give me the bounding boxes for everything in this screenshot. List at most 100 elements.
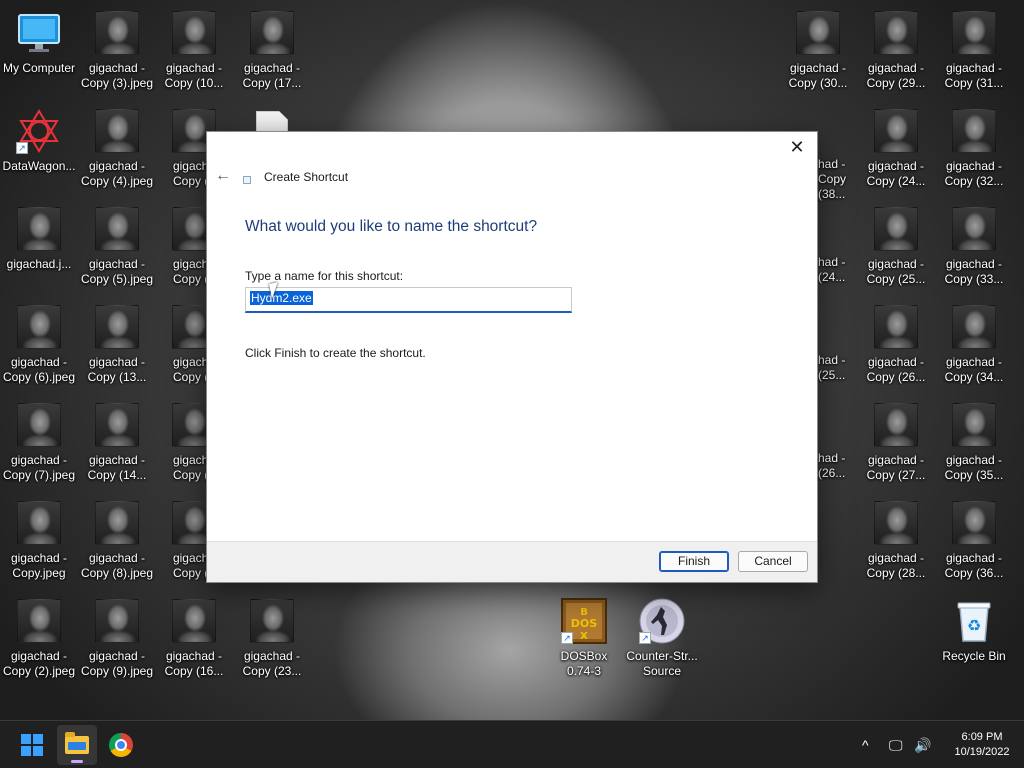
partial-label-24[interactable]: had - (24...: [818, 255, 858, 347]
desktop-icon-label: gigachad - Copy (9).jpeg: [80, 649, 154, 678]
image-file-icon: [873, 206, 919, 252]
image-file-icon: [94, 10, 140, 56]
icon-gigachad-copy-7[interactable]: gigachad - Copy (7).jpeg: [0, 398, 78, 490]
desktop-icon-label: had - Copy (38...: [818, 157, 847, 201]
icon-gigachad-copy-32[interactable]: gigachad - Copy (32...: [935, 104, 1013, 196]
image-file-icon: [951, 304, 997, 350]
shortcut-name-label: Type a name for this shortcut:: [245, 269, 404, 283]
icon-dosbox[interactable]: B DOS X ↗ DOSBox 0.74-3: [545, 594, 623, 686]
show-hidden-icons-chevron-icon[interactable]: ^: [862, 721, 869, 768]
icon-gigachad-copy-31[interactable]: gigachad - Copy (31...: [935, 6, 1013, 98]
start-button[interactable]: [12, 725, 52, 765]
shortcut-name-input[interactable]: Hydm2.exe: [245, 287, 572, 313]
icon-datawagon[interactable]: ↗ DataWagon...: [0, 104, 78, 196]
selected-input-text: Hydm2.exe: [250, 291, 313, 305]
desktop-icon-label: gigachad - Copy (14...: [87, 453, 147, 482]
icon-gigachad-copy-34[interactable]: gigachad - Copy (34...: [935, 300, 1013, 392]
desktop-icon-label: gigachad - Copy (6).jpeg: [2, 355, 76, 384]
clock-time: 6:09 PM: [961, 731, 1003, 743]
image-file-icon: [873, 304, 919, 350]
dialog-footer: Finish Cancel: [207, 541, 817, 582]
desktop-icon-label: Counter-Str... Source: [626, 649, 698, 678]
icon-gigachad-jpeg[interactable]: gigachad.j...: [0, 202, 78, 294]
icon-gigachad-copy-36[interactable]: gigachad - Copy (36...: [935, 496, 1013, 588]
desktop-icon-label: gigachad - Copy (28...: [866, 551, 926, 580]
image-file-icon: [951, 10, 997, 56]
icon-gigachad-copy-14[interactable]: gigachad - Copy (14...: [78, 398, 156, 490]
svg-text:DOS: DOS: [571, 617, 597, 630]
icon-gigachad-copy-30[interactable]: gigachad - Copy (30...: [779, 6, 857, 98]
image-file-icon: [94, 206, 140, 252]
finish-button[interactable]: Finish: [659, 551, 729, 572]
network-icon[interactable]: 🖵: [889, 721, 903, 768]
icon-gigachad-copy-26[interactable]: gigachad - Copy (26...: [857, 300, 935, 392]
taskbar-clock[interactable]: 6:09 PM 10/19/2022: [946, 730, 1018, 760]
partial-label-38[interactable]: had - Copy (38...: [818, 157, 858, 249]
image-file-icon: [873, 500, 919, 546]
windows-logo-icon: [21, 734, 43, 756]
icon-gigachad-copy-8[interactable]: gigachad - Copy (8).jpeg: [78, 496, 156, 588]
icon-gigachad-copy[interactable]: gigachad - Copy.jpeg: [0, 496, 78, 588]
icon-gigachad-copy-29[interactable]: gigachad - Copy (29...: [857, 6, 935, 98]
desktop-icon-label: DOSBox 0.74-3: [560, 649, 608, 678]
cancel-button[interactable]: Cancel: [738, 551, 808, 572]
icon-gigachad-copy-6[interactable]: gigachad - Copy (6).jpeg: [0, 300, 78, 392]
icon-recycle-bin[interactable]: ♻ Recycle Bin: [935, 594, 1013, 686]
back-arrow-icon[interactable]: ←: [213, 166, 233, 186]
desktop-icon-label: gigachad - Copy (10...: [164, 61, 224, 90]
image-file-icon: [249, 10, 295, 56]
taskbar: ^ 🖵 🔊 6:09 PM 10/19/2022: [0, 720, 1024, 768]
icon-gigachad-copy-13[interactable]: gigachad - Copy (13...: [78, 300, 156, 392]
clock-date: 10/19/2022: [954, 746, 1010, 758]
icon-gigachad-copy-23[interactable]: gigachad - Copy (23...: [233, 594, 311, 686]
recycle-bin-icon: ♻: [951, 598, 997, 644]
icon-gigachad-copy-33[interactable]: gigachad - Copy (33...: [935, 202, 1013, 294]
desktop-icon-label: gigachad - Copy (3).jpeg: [80, 61, 154, 90]
icon-gigachad-copy-9[interactable]: gigachad - Copy (9).jpeg: [78, 594, 156, 686]
close-icon[interactable]: ✕: [783, 136, 811, 158]
image-file-icon: [94, 598, 140, 644]
icon-gigachad-copy-27[interactable]: gigachad - Copy (27...: [857, 398, 935, 490]
desktop-icon-label: gigachad - Copy.jpeg: [10, 551, 68, 580]
icon-gigachad-copy-4[interactable]: gigachad - Copy (4).jpeg: [78, 104, 156, 196]
datawagon-icon: ↗: [16, 108, 62, 154]
volume-icon[interactable]: 🔊: [914, 721, 931, 768]
desktop-icon-label: gigachad - Copy (30...: [788, 61, 848, 90]
icon-gigachad-copy-24[interactable]: gigachad - Copy (24...: [857, 104, 935, 196]
icon-gigachad-copy-28[interactable]: gigachad - Copy (28...: [857, 496, 935, 588]
icon-gigachad-copy-25[interactable]: gigachad - Copy (25...: [857, 202, 935, 294]
icon-gigachad-copy-2[interactable]: gigachad - Copy (2).jpeg: [0, 594, 78, 686]
image-file-icon: [171, 10, 217, 56]
desktop-icon-label: gigachad - Copy (16...: [164, 649, 224, 678]
partial-label-26[interactable]: had - (26...: [818, 451, 858, 543]
icon-gigachad-copy-35[interactable]: gigachad - Copy (35...: [935, 398, 1013, 490]
image-file-icon: [795, 10, 841, 56]
desktop-icon-label: Recycle Bin: [942, 649, 1006, 663]
desktop-icon-label: gigachad - Copy (2).jpeg: [2, 649, 76, 678]
icon-gigachad-copy-17[interactable]: gigachad - Copy (17...: [233, 6, 311, 98]
svg-text:X: X: [580, 631, 588, 642]
icon-gigachad-copy-10[interactable]: gigachad - Copy (10...: [155, 6, 233, 98]
dialog-title: Create Shortcut: [264, 170, 349, 184]
taskbar-chrome[interactable]: [101, 725, 141, 765]
image-file-icon: [16, 598, 62, 644]
icon-my-computer[interactable]: My Computer: [0, 6, 78, 98]
image-file-icon: [873, 402, 919, 448]
desktop-icon-label: gigachad - Copy (26...: [866, 355, 926, 384]
dosbox-icon: B DOS X ↗: [561, 598, 607, 644]
icon-gigachad-copy-16[interactable]: gigachad - Copy (16...: [155, 594, 233, 686]
desktop-icon-label: gigachad - Copy (35...: [944, 453, 1004, 482]
icon-gigachad-copy-5[interactable]: gigachad - Copy (5).jpeg: [78, 202, 156, 294]
image-file-icon: [94, 402, 140, 448]
icon-gigachad-copy-3[interactable]: gigachad - Copy (3).jpeg: [78, 6, 156, 98]
image-file-icon: [951, 500, 997, 546]
desktop-icon-label: gigachad - Copy (34...: [944, 355, 1004, 384]
taskbar-file-explorer[interactable]: [57, 725, 97, 765]
image-file-icon: [94, 108, 140, 154]
desktop-icon-label: gigachad - Copy (27...: [866, 453, 926, 482]
desktop-icon-label: gigachad - Copy (31...: [944, 61, 1004, 90]
partial-label-25[interactable]: had - (25...: [818, 353, 858, 445]
image-file-icon: [171, 598, 217, 644]
icon-counter-strike[interactable]: ↗ Counter-Str... Source: [623, 594, 701, 686]
desktop-icon-label: gigachad - Copy (29...: [866, 61, 926, 90]
